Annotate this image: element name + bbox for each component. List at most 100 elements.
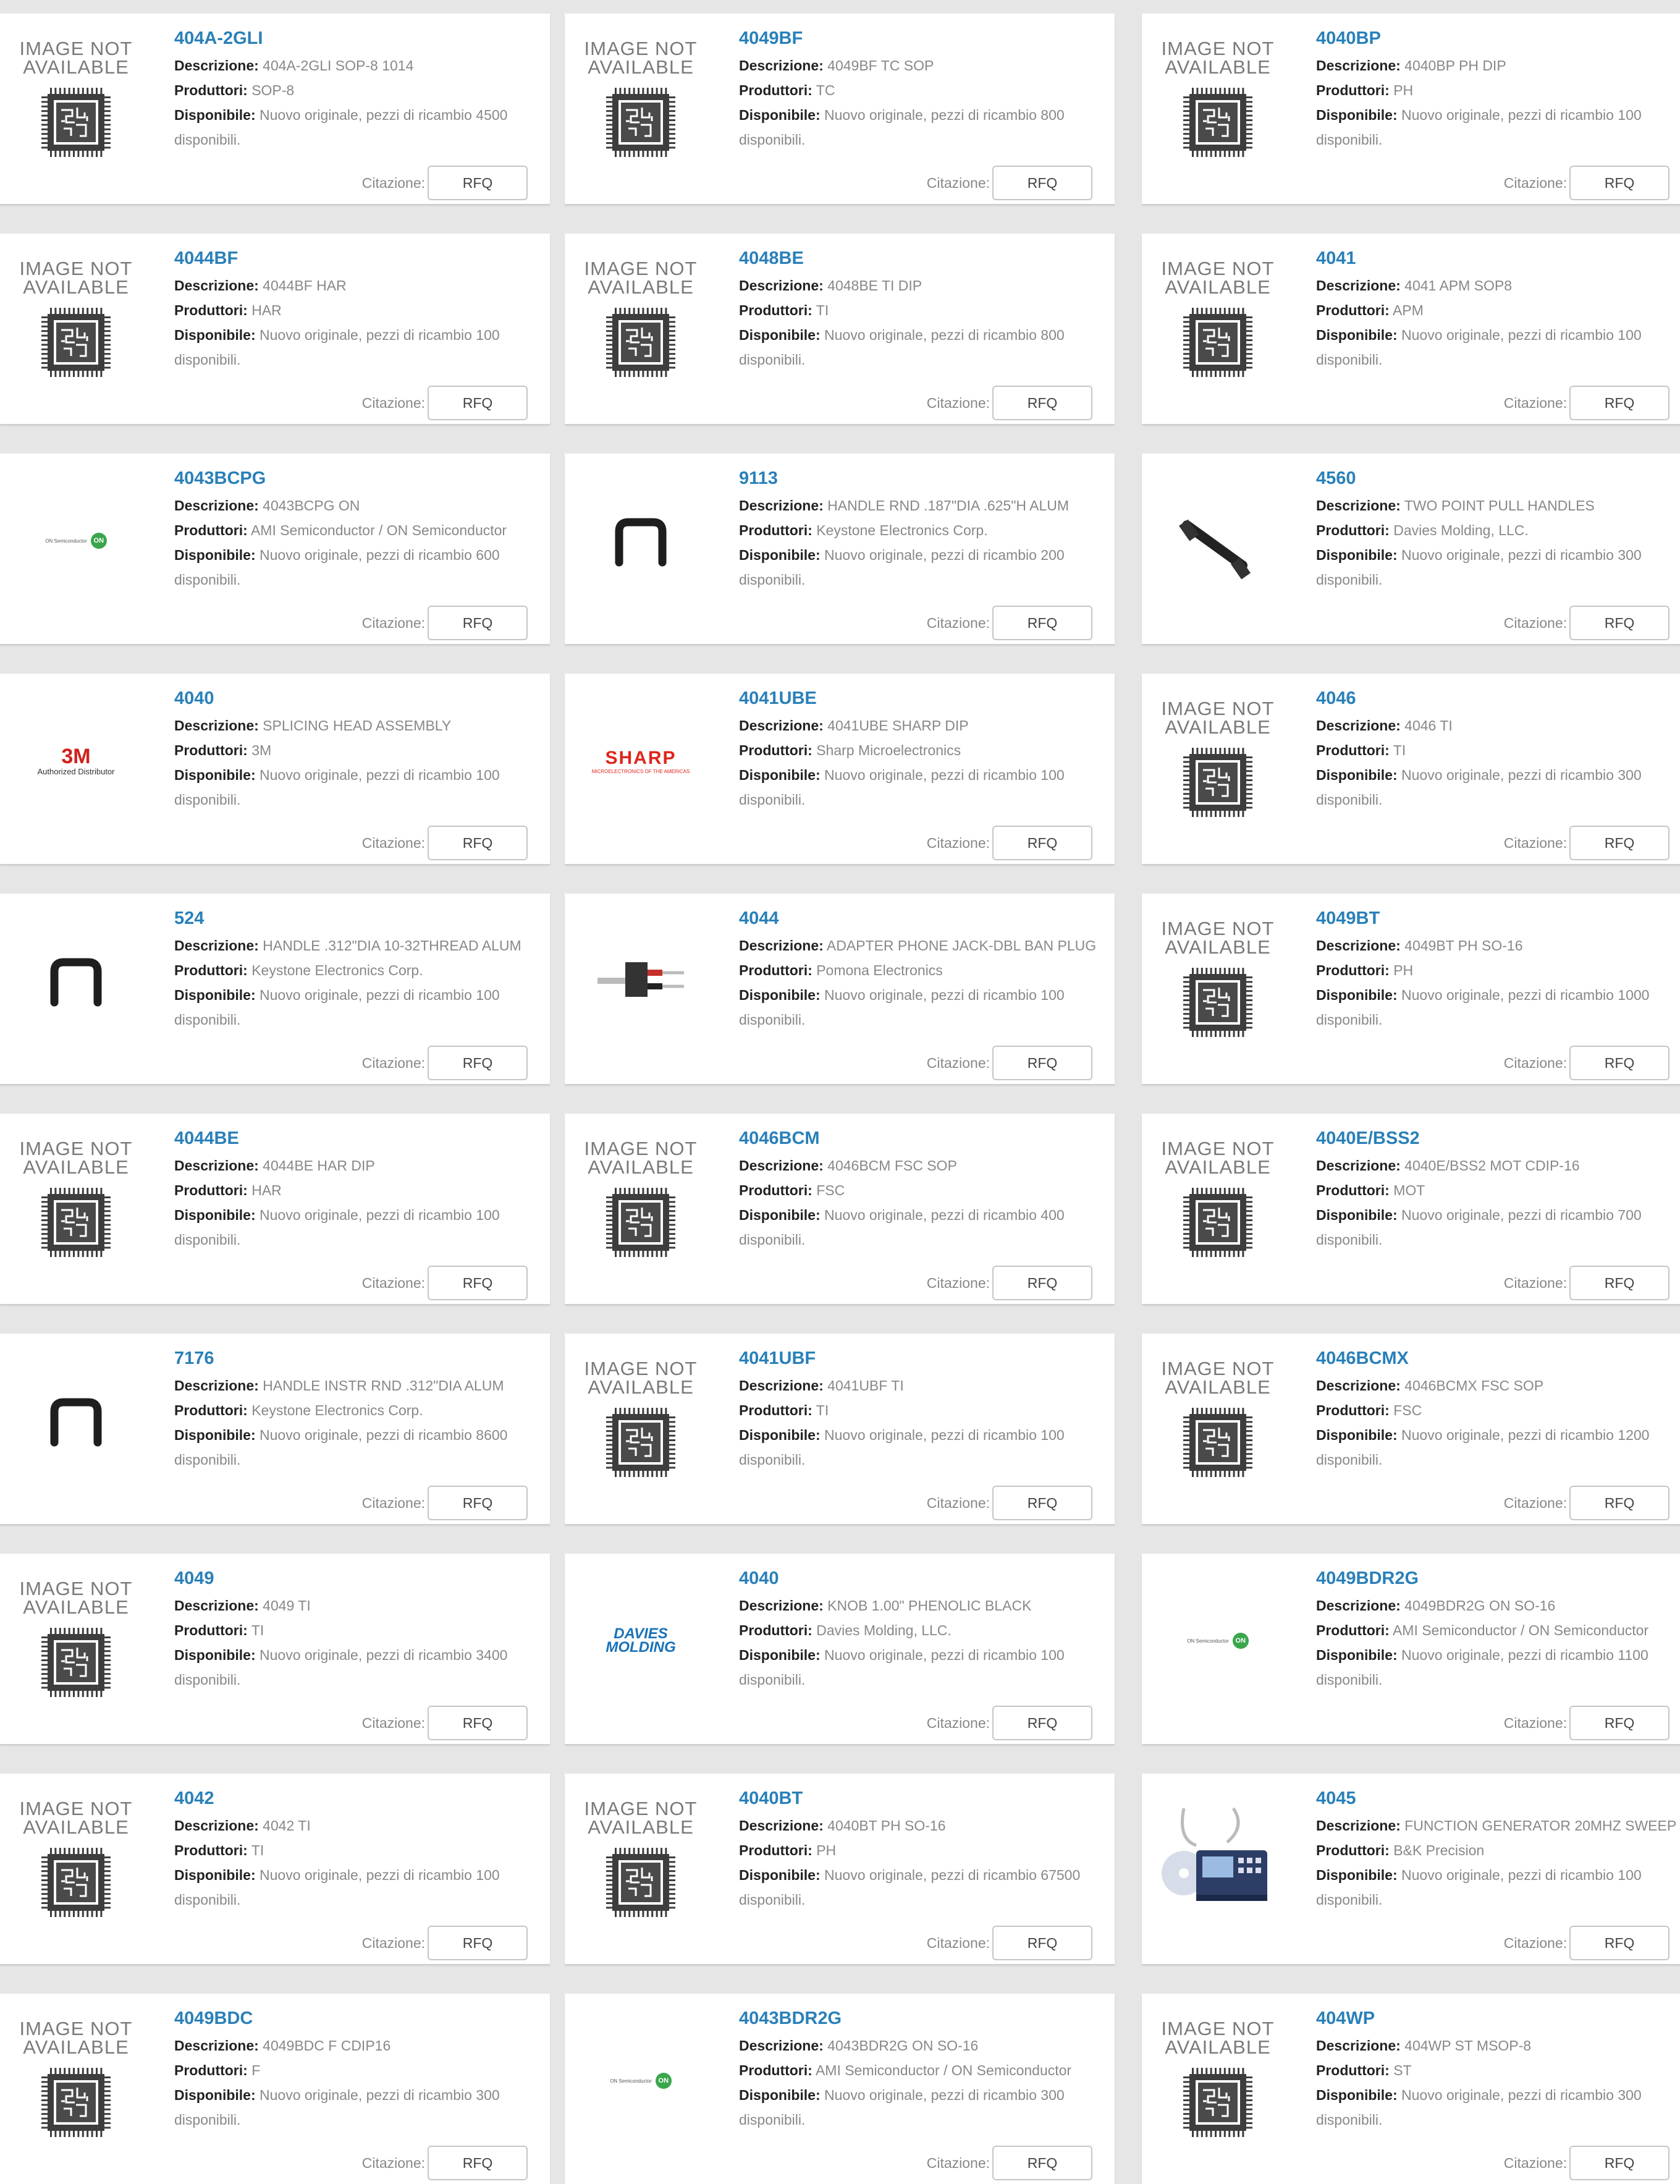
product-description-value: HANDLE RND .187"DIA .625"H ALUM: [827, 497, 1070, 514]
quote-section: Citazione: RFQ: [362, 1046, 528, 1080]
product-part-number-link[interactable]: 4044BF: [174, 247, 545, 269]
product-part-number-link[interactable]: 4040: [174, 687, 545, 709]
rfq-button[interactable]: RFQ: [428, 1486, 528, 1520]
image-not-label: IMAGE NOT: [1161, 257, 1275, 279]
product-part-number-link[interactable]: 4041: [1316, 247, 1680, 269]
quote-label: Citazione:: [1503, 1274, 1567, 1291]
quote-label: Citazione:: [1503, 1054, 1567, 1071]
product-part-number-link[interactable]: 4049BDC: [174, 2007, 545, 2030]
product-part-number-link[interactable]: 4040BP: [1316, 27, 1680, 49]
product-part-number-link[interactable]: 4040BT: [739, 1787, 1110, 1809]
rfq-button[interactable]: RFQ: [992, 1926, 1092, 1960]
product-part-number-link[interactable]: 4048BE: [739, 247, 1110, 269]
rfq-button[interactable]: RFQ: [428, 1706, 528, 1740]
product-part-number-link[interactable]: 4046: [1316, 687, 1680, 709]
product-part-number-link[interactable]: 4049BF: [739, 27, 1110, 49]
product-description-value: ADAPTER PHONE JACK-DBL BAN PLUG: [826, 938, 1097, 954]
product-manufacturer-value: FSC: [816, 1182, 845, 1198]
product-part-number-link[interactable]: 4044: [739, 907, 1110, 929]
product-part-number-link[interactable]: 4041UBF: [739, 1347, 1110, 1369]
quote-section: Citazione: RFQ: [927, 1046, 1092, 1080]
rfq-button[interactable]: RFQ: [1569, 386, 1669, 420]
product-description-value: 4049BDC F CDIP16: [263, 2038, 391, 2054]
product-description-label: Descrizione:: [174, 1158, 259, 1174]
product-part-number-link[interactable]: 404A-2GLI: [174, 27, 545, 49]
product-availability: Disponibile: Nuovo originale, pezzi di r…: [1316, 763, 1680, 812]
product-card: IMAGE NOT AVAILABLE 4048BE Descrizione: 40…: [565, 234, 1115, 424]
product-part-number-link[interactable]: 7176: [174, 1347, 545, 1369]
product-part-number-link[interactable]: 404WP: [1316, 2007, 1680, 2030]
rfq-button[interactable]: RFQ: [428, 826, 528, 860]
rfq-button[interactable]: RFQ: [992, 386, 1092, 420]
product-info: 4049BDC Descrizione: 4049BDC F CDIP16 Prod…: [174, 2007, 545, 2132]
product-part-number-link[interactable]: 4045: [1316, 1787, 1680, 1809]
rfq-button[interactable]: RFQ: [1569, 1706, 1669, 1740]
product-part-number-link[interactable]: 4040E/BSS2: [1316, 1127, 1680, 1149]
rfq-button[interactable]: RFQ: [1569, 606, 1669, 640]
product-manufacturer-label: Produttori:: [739, 82, 813, 98]
product-part-number-link[interactable]: 524: [174, 907, 545, 929]
product-part-number-link[interactable]: 4046BCMX: [1316, 1347, 1680, 1369]
product-part-number-link[interactable]: 4043BCPG: [174, 467, 545, 489]
product-part-number-link[interactable]: 4049: [174, 1567, 545, 1589]
product-manufacturer: Produttori: HAR: [174, 1178, 545, 1203]
product-part-number-link[interactable]: 4040: [739, 1567, 1110, 1589]
rfq-button[interactable]: RFQ: [992, 1486, 1092, 1520]
rfq-button[interactable]: RFQ: [992, 606, 1092, 640]
rfq-button[interactable]: RFQ: [1569, 1046, 1669, 1080]
product-availability-label: Disponibile:: [739, 1867, 821, 1883]
chip-placeholder-icon: IMAGE NOT AVAILABLE: [1162, 2019, 1275, 2143]
product-part-number-link[interactable]: 4042: [174, 1787, 545, 1809]
product-availability: Disponibile: Nuovo originale, pezzi di r…: [739, 1643, 1110, 1692]
product-description-label: Descrizione:: [1316, 938, 1401, 954]
rfq-button[interactable]: RFQ: [992, 1706, 1092, 1740]
product-part-number-link[interactable]: 4046BCM: [739, 1127, 1110, 1149]
rfq-button[interactable]: RFQ: [428, 2146, 528, 2180]
product-description: Descrizione: 4043BDR2G ON SO-16: [739, 2033, 1110, 2058]
image-not-available-placeholder: IMAGE NOT AVAILABLE: [1157, 1139, 1279, 1262]
rfq-button[interactable]: RFQ: [428, 1046, 528, 1080]
product-part-number-link[interactable]: 4049BT: [1316, 907, 1680, 929]
product-info: 4044 Descrizione: ADAPTER PHONE JACK-DBL …: [739, 907, 1110, 1032]
rfq-button[interactable]: RFQ: [428, 166, 528, 200]
quote-label: Citazione:: [926, 614, 990, 631]
product-part-number-link[interactable]: 4560: [1316, 467, 1680, 489]
product-part-number-link[interactable]: 9113: [739, 467, 1110, 489]
davies-logo-icon: DAVIES MOLDING: [606, 1627, 675, 1655]
product-description: Descrizione: 4048BE TI DIP: [739, 273, 1110, 298]
product-card: IMAGE NOT AVAILABLE 4040BP Descrizione: 40…: [1142, 14, 1680, 204]
product-availability: Disponibile: Nuovo originale, pezzi di r…: [1316, 1863, 1680, 1912]
product-availability-label: Disponibile:: [1316, 1647, 1398, 1663]
product-part-number-link[interactable]: 4043BDR2G: [739, 2007, 1110, 2030]
chip-icon: [1181, 1405, 1255, 1483]
rfq-button[interactable]: RFQ: [1569, 1926, 1669, 1960]
rfq-button[interactable]: RFQ: [428, 1926, 528, 1960]
available-label: AVAILABLE: [23, 56, 129, 78]
rfq-button[interactable]: RFQ: [1569, 166, 1669, 200]
rfq-button[interactable]: RFQ: [1569, 2146, 1669, 2180]
rfq-button[interactable]: RFQ: [428, 386, 528, 420]
rfq-button[interactable]: RFQ: [428, 606, 528, 640]
image-not-label: IMAGE NOT: [1161, 37, 1275, 59]
product-card: 7176 Descrizione: HANDLE INSTR RND .312"D…: [0, 1334, 550, 1524]
product-description: Descrizione: FUNCTION GENERATOR 20MHZ SW…: [1316, 1813, 1680, 1838]
rfq-button[interactable]: RFQ: [1569, 826, 1669, 860]
product-availability-label: Disponibile:: [739, 1647, 821, 1663]
product-part-number-link[interactable]: 4044BE: [174, 1127, 545, 1149]
rfq-button[interactable]: RFQ: [992, 826, 1092, 860]
available-label: AVAILABLE: [588, 56, 694, 78]
rfq-button[interactable]: RFQ: [992, 1266, 1092, 1300]
product-manufacturer-value: TI: [1393, 742, 1406, 758]
product-availability: Disponibile: Nuovo originale, pezzi di r…: [174, 2083, 545, 2132]
product-part-number-link[interactable]: 4049BDR2G: [1316, 1567, 1680, 1589]
rfq-button[interactable]: RFQ: [992, 1046, 1092, 1080]
rfq-button[interactable]: RFQ: [992, 166, 1092, 200]
product-card: IMAGE NOT AVAILABLE 4049BT Descrizione: 40…: [1142, 894, 1680, 1084]
product-part-number-link[interactable]: 4041UBE: [739, 687, 1110, 709]
rfq-button[interactable]: RFQ: [992, 2146, 1092, 2180]
rfq-button[interactable]: RFQ: [1569, 1266, 1669, 1300]
product-manufacturer-label: Produttori:: [739, 2062, 813, 2078]
handle-photo: [15, 1360, 137, 1482]
rfq-button[interactable]: RFQ: [1569, 1486, 1669, 1520]
rfq-button[interactable]: RFQ: [428, 1266, 528, 1300]
